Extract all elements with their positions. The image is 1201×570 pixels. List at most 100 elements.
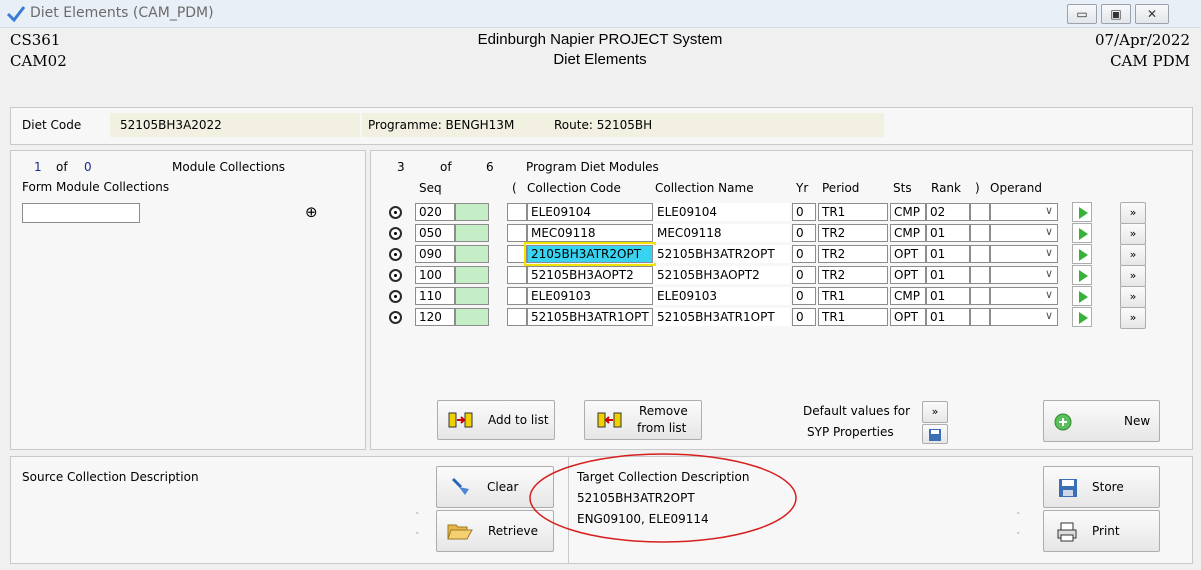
row-go-button[interactable]: » <box>1120 244 1146 266</box>
seq-field[interactable]: 110 <box>415 287 455 305</box>
row-go-button[interactable]: » <box>1120 286 1146 308</box>
remove-from-list-button[interactable]: Remove from list <box>584 400 702 440</box>
operand-dropdown[interactable]: ∨ <box>990 266 1058 284</box>
row-run-button[interactable] <box>1072 307 1092 327</box>
yr-field[interactable]: 0 <box>792 203 816 221</box>
rank-field[interactable]: 01 <box>926 224 970 242</box>
close-button[interactable]: ✕ <box>1135 4 1169 24</box>
collection-code-field[interactable]: 52105BH3ATR1OPT <box>527 308 653 326</box>
yr-field[interactable]: 0 <box>792 224 816 242</box>
lparen-field[interactable] <box>507 308 527 326</box>
col-header-name: Collection Name <box>655 181 754 195</box>
module-of: of <box>440 160 452 174</box>
collection-code-field[interactable]: 2105BH3ATR2OPT <box>524 242 656 266</box>
operand-dropdown[interactable]: ∨ <box>990 287 1058 305</box>
seq-field[interactable]: 120 <box>415 308 455 326</box>
row-select-radio[interactable] <box>389 206 402 219</box>
rank-field[interactable]: 02 <box>926 203 970 221</box>
window-title: Diet Elements (CAM_PDM) <box>30 5 214 21</box>
row-select-radio[interactable] <box>389 311 402 324</box>
page-title: Diet Elements <box>553 51 647 68</box>
rparen-field[interactable] <box>970 224 990 242</box>
seq-field[interactable]: 050 <box>415 224 455 242</box>
yr-field[interactable]: 0 <box>792 245 816 263</box>
store-button[interactable]: Store <box>1043 466 1160 508</box>
row-run-button[interactable] <box>1072 223 1092 243</box>
default-values-go-button[interactable]: » <box>922 401 948 423</box>
sts-field[interactable]: OPT <box>890 245 926 263</box>
row-go-button[interactable]: » <box>1120 223 1146 245</box>
row-go-button[interactable]: » <box>1120 202 1146 224</box>
yr-field[interactable]: 0 <box>792 308 816 326</box>
lparen-field[interactable] <box>507 224 527 242</box>
minimize-button[interactable]: ▭ <box>1067 4 1097 24</box>
operand-dropdown[interactable]: ∨ <box>990 203 1058 221</box>
col-header-yr: Yr <box>796 181 809 195</box>
maximize-button[interactable]: ▣ <box>1101 4 1131 24</box>
rparen-field[interactable] <box>970 266 990 284</box>
rparen-field[interactable] <box>970 287 990 305</box>
collection-code-field[interactable]: ELE09104 <box>527 203 653 221</box>
seq-field[interactable]: 100 <box>415 266 455 284</box>
row-select-radio[interactable] <box>389 290 402 303</box>
operand-dropdown[interactable]: ∨ <box>990 308 1058 326</box>
target-scroll-up-icon[interactable]: ˄ <box>1016 512 1021 522</box>
row-go-button[interactable]: » <box>1120 265 1146 287</box>
row-select-radio[interactable] <box>389 269 402 282</box>
rank-field[interactable]: 01 <box>926 266 970 284</box>
lparen-field[interactable] <box>507 266 527 284</box>
rparen-field[interactable] <box>970 203 990 221</box>
rparen-field[interactable] <box>970 245 990 263</box>
collection-code-field[interactable]: MEC09118 <box>527 224 653 242</box>
source-scroll-up-icon[interactable]: ˄ <box>415 512 420 522</box>
period-field[interactable]: TR1 <box>818 287 888 305</box>
new-button[interactable]: New <box>1043 400 1160 442</box>
row-go-button[interactable]: » <box>1120 307 1146 329</box>
seq-field[interactable]: 090 <box>415 245 455 263</box>
rparen-field[interactable] <box>970 308 990 326</box>
row-select-radio[interactable] <box>389 227 402 240</box>
lparen-field[interactable] <box>507 203 527 221</box>
seq-field[interactable]: 020 <box>415 203 455 221</box>
sts-field[interactable]: CMP <box>890 203 926 221</box>
lparen-field[interactable] <box>507 245 527 263</box>
sts-field[interactable]: CMP <box>890 224 926 242</box>
rank-field[interactable]: 01 <box>926 245 970 263</box>
status-green-cell <box>455 287 489 305</box>
new-label: New <box>1124 414 1151 428</box>
target-icon[interactable]: ⊕ <box>305 203 318 221</box>
period-field[interactable]: TR2 <box>818 224 888 242</box>
row-run-button[interactable] <box>1072 202 1092 222</box>
program-diet-modules-title: Program Diet Modules <box>526 160 659 174</box>
app-check-icon <box>6 6 26 23</box>
yr-field[interactable]: 0 <box>792 266 816 284</box>
default-values-save-button[interactable] <box>922 424 948 444</box>
row-run-button[interactable] <box>1072 286 1092 306</box>
period-field[interactable]: TR2 <box>818 266 888 284</box>
add-to-list-label: Add to list <box>488 413 549 427</box>
operand-dropdown[interactable]: ∨ <box>990 224 1058 242</box>
lparen-field[interactable] <box>507 287 527 305</box>
sts-field[interactable]: CMP <box>890 287 926 305</box>
rank-field[interactable]: 01 <box>926 308 970 326</box>
target-scroll-down-icon[interactable]: ˅ <box>1016 532 1021 542</box>
period-field[interactable]: TR2 <box>818 245 888 263</box>
sts-field[interactable]: OPT <box>890 266 926 284</box>
row-run-button[interactable] <box>1072 265 1092 285</box>
print-button[interactable]: Print <box>1043 510 1160 552</box>
collection-code-field[interactable]: 52105BH3AOPT2 <box>527 266 653 284</box>
yr-field[interactable]: 0 <box>792 287 816 305</box>
collection-code-field[interactable]: ELE09103 <box>527 287 653 305</box>
form-module-collections-input[interactable] <box>22 203 140 223</box>
row-select-radio[interactable] <box>389 248 402 261</box>
row-run-button[interactable] <box>1072 244 1092 264</box>
add-to-list-button[interactable]: Add to list <box>437 400 555 440</box>
operand-dropdown[interactable]: ∨ <box>990 245 1058 263</box>
clear-label: Clear <box>487 480 519 494</box>
sts-field[interactable]: OPT <box>890 308 926 326</box>
rank-field[interactable]: 01 <box>926 287 970 305</box>
period-field[interactable]: TR1 <box>818 203 888 221</box>
period-field[interactable]: TR1 <box>818 308 888 326</box>
save-icon <box>1059 479 1077 497</box>
source-scroll-down-icon[interactable]: ˅ <box>415 532 420 542</box>
